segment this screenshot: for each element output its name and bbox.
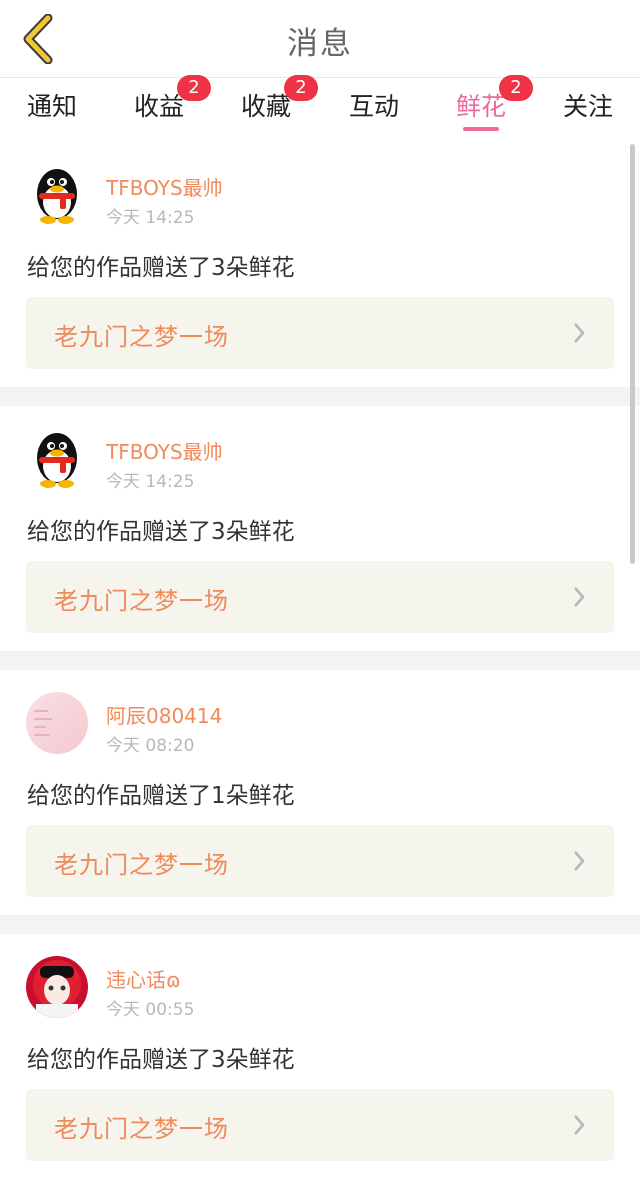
chevron-right-icon <box>574 1115 585 1135</box>
tab-label: 关注 <box>562 92 613 121</box>
tab-badge: 2 <box>499 75 533 101</box>
message-list[interactable]: TFBOYS最帅 今天 14:25 给您的作品赠送了3朵鲜花 老九门之梦一场 T… <box>0 142 640 1179</box>
work-link[interactable]: 老九门之梦一场 <box>26 561 614 633</box>
message-card: 阿辰080414 今天 08:20 给您的作品赠送了1朵鲜花 老九门之梦一场 <box>0 670 640 915</box>
sender-name[interactable]: 违心话ɷ <box>106 964 181 993</box>
message-time: 今天 14:25 <box>106 472 195 492</box>
pink-avatar[interactable] <box>26 692 88 754</box>
message-text: 给您的作品赠送了3朵鲜花 <box>27 1047 295 1073</box>
work-link[interactable]: 老九门之梦一场 <box>26 297 614 369</box>
card-divider <box>0 651 640 670</box>
chevron-right-icon <box>574 323 585 343</box>
tab-label: 通知 <box>26 92 77 121</box>
card-divider <box>0 915 640 934</box>
tab-flowers[interactable]: 鲜花 2 <box>441 75 533 131</box>
scrollbar[interactable] <box>630 144 635 564</box>
penguin-avatar[interactable] <box>26 428 88 490</box>
work-title: 老九门之梦一场 <box>54 323 229 351</box>
page-title: 消息 <box>287 26 353 62</box>
message-time: 今天 08:20 <box>106 736 195 756</box>
message-text: 给您的作品赠送了3朵鲜花 <box>27 255 295 281</box>
tab-earnings[interactable]: 收益 2 <box>119 75 211 123</box>
chevron-right-icon <box>574 851 585 871</box>
tab-label: 收益 <box>133 92 184 121</box>
message-card: 违心话ɷ 今天 00:55 给您的作品赠送了3朵鲜花 老九门之梦一场 <box>0 934 640 1179</box>
tab-badge: 2 <box>284 75 318 101</box>
chevron-right-icon <box>574 587 585 607</box>
work-title: 老九门之梦一场 <box>54 587 229 615</box>
message-time: 今天 00:55 <box>106 1000 195 1020</box>
sender-name[interactable]: TFBOYS最帅 <box>106 172 223 201</box>
tab-badge: 2 <box>177 75 211 101</box>
work-link[interactable]: 老九门之梦一场 <box>26 825 614 897</box>
sender-name[interactable]: 阿辰080414 <box>106 700 222 729</box>
work-link[interactable]: 老九门之梦一场 <box>26 1089 614 1161</box>
message-text: 给您的作品赠送了1朵鲜花 <box>27 783 295 809</box>
message-card: TFBOYS最帅 今天 14:25 给您的作品赠送了3朵鲜花 老九门之梦一场 <box>0 142 640 387</box>
tab-notifications[interactable]: 通知 <box>12 87 92 123</box>
tab-favorites[interactable]: 收藏 2 <box>226 75 318 123</box>
message-card: TFBOYS最帅 今天 14:25 给您的作品赠送了3朵鲜花 老九门之梦一场 <box>0 406 640 651</box>
message-time: 今天 14:25 <box>106 208 195 228</box>
active-tab-indicator <box>463 127 499 131</box>
tab-label: 收藏 <box>240 92 291 121</box>
tab-follows[interactable]: 关注 <box>548 87 628 123</box>
penguin-avatar[interactable] <box>26 164 88 226</box>
tab-bar: 通知 收益 2 收藏 2 互动 鲜花 2 关注 <box>0 75 640 133</box>
card-divider <box>0 387 640 406</box>
work-title: 老九门之梦一场 <box>54 1115 229 1143</box>
red-character-avatar[interactable] <box>26 956 88 1018</box>
sender-name[interactable]: TFBOYS最帅 <box>106 436 223 465</box>
work-title: 老九门之梦一场 <box>54 851 229 879</box>
tab-label: 鲜花 <box>455 92 506 121</box>
tab-interactions[interactable]: 互动 <box>334 87 414 123</box>
message-text: 给您的作品赠送了3朵鲜花 <box>27 519 295 545</box>
header-bar: 消息 <box>0 0 640 78</box>
tab-label: 互动 <box>348 92 399 121</box>
